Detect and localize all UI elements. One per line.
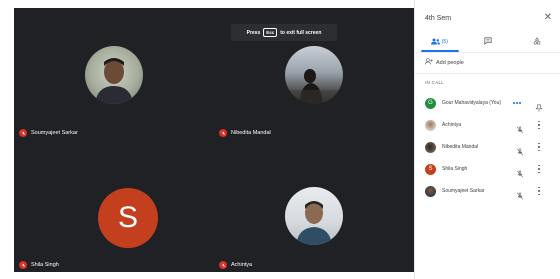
divider (415, 73, 560, 74)
participant-list: G Gour Mahavidyalaya (You) Achintya Nibe… (415, 92, 560, 202)
avatar: S (425, 163, 436, 175)
participant-tile[interactable]: Achintya (214, 140, 414, 272)
mic-off-icon[interactable] (516, 165, 524, 178)
tile-nameplate: Achintya (219, 261, 252, 269)
participant-photo (285, 187, 343, 245)
people-icon (430, 38, 440, 47)
list-item[interactable]: S Shila Singh (415, 158, 560, 180)
mic-off-icon[interactable] (516, 187, 524, 200)
participant-name: Soumyajeet Sarkar (442, 188, 485, 194)
tile-name: Soumyajeet Sarkar (31, 130, 78, 136)
participant-name: Nibedita Mandal (442, 144, 479, 150)
list-item[interactable]: Achintya (415, 114, 560, 136)
pin-icon[interactable] (535, 99, 543, 112)
tab-people[interactable]: (5) (415, 34, 464, 50)
tab-chat[interactable] (464, 34, 513, 50)
mic-off-icon (19, 129, 27, 137)
kebab-icon[interactable] (535, 143, 543, 151)
participant-name: Shila Singh (442, 166, 468, 172)
hint-suffix: to exit full screen (280, 29, 322, 36)
add-people-label: Add people (436, 59, 464, 66)
add-person-icon (425, 58, 433, 67)
more-dots-icon (513, 102, 521, 104)
mic-off-icon (19, 261, 27, 269)
activities-icon (533, 37, 541, 47)
section-label: IN CALL (425, 80, 445, 85)
list-item[interactable]: Soumyajeet Sarkar (415, 180, 560, 202)
participant-tile[interactable]: Press Esc to exit full screen Nibedita M… (214, 8, 414, 140)
hint-prefix: Press (246, 29, 261, 36)
kebab-icon[interactable] (535, 121, 543, 129)
add-people-button[interactable]: Add people (425, 58, 464, 67)
mic-off-icon (219, 129, 227, 137)
people-count: (5) (441, 39, 448, 45)
participant-tile[interactable]: Soumyajeet Sarkar (14, 8, 214, 140)
tile-nameplate: Soumyajeet Sarkar (19, 129, 78, 137)
people-panel: 4th Sem ✕ (5) Add people IN CALL G Gour … (414, 0, 560, 279)
panel-title: 4th Sem (425, 15, 452, 22)
chat-icon (484, 37, 492, 47)
participant-name: Gour Mahavidyalaya (You) (442, 100, 502, 106)
panel-tabs: (5) (415, 34, 560, 50)
kebab-icon[interactable] (535, 187, 543, 195)
avatar (425, 185, 436, 197)
tile-nameplate: Shila Singh (19, 261, 59, 269)
participant-name: Achintya (442, 122, 462, 128)
video-grid: Soumyajeet Sarkar Press Esc to exit full… (14, 8, 414, 272)
tab-activities[interactable] (512, 34, 560, 50)
exit-fullscreen-hint: Press Esc to exit full screen (231, 24, 337, 41)
list-item[interactable]: Nibedita Mandal (415, 136, 560, 158)
meet-window: Soumyajeet Sarkar Press Esc to exit full… (0, 0, 560, 279)
esc-key: Esc (263, 28, 278, 37)
close-icon[interactable]: ✕ (544, 12, 552, 23)
participant-photo (285, 46, 343, 104)
tile-nameplate: Nibedita Mandal (219, 129, 271, 137)
participant-photo (85, 46, 143, 104)
tile-name: Shila Singh (31, 262, 59, 268)
kebab-icon[interactable] (535, 165, 543, 173)
list-item[interactable]: G Gour Mahavidyalaya (You) (415, 92, 560, 114)
avatar (425, 141, 436, 153)
mic-off-icon[interactable] (516, 121, 524, 134)
tile-name: Nibedita Mandal (231, 130, 271, 136)
participant-tile[interactable]: S Shila Singh (14, 140, 214, 272)
mic-off-icon (219, 261, 227, 269)
avatar (425, 119, 436, 131)
letter-avatar: S (98, 188, 158, 248)
divider (415, 52, 560, 53)
mic-off-icon[interactable] (516, 143, 524, 156)
tile-name: Achintya (231, 262, 253, 268)
avatar: G (425, 97, 436, 109)
